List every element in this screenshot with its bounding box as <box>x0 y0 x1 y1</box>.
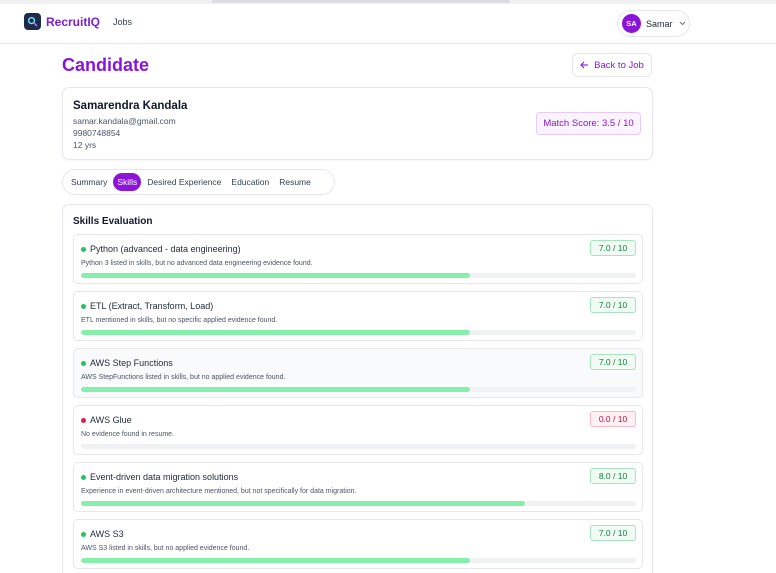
top-navbar: RecruitIQ Jobs SA Samar <box>0 4 776 44</box>
skill-name: AWS S3 <box>90 529 124 539</box>
skill-score-badge: 0.0 / 10 <box>590 411 636 427</box>
arrow-left-icon <box>580 61 589 69</box>
skill-card: AWS Step Functions AWS StepFunctions lis… <box>73 348 643 398</box>
status-dot <box>81 247 86 252</box>
page-title: Candidate <box>62 55 150 75</box>
skill-score-bar <box>81 330 636 335</box>
user-name: Samar <box>646 18 673 29</box>
status-dot <box>81 361 86 366</box>
skill-name: Python (advanced - data engineering) <box>90 244 241 254</box>
tab-skills[interactable]: Skills <box>113 173 142 191</box>
skills-evaluation-panel: Skills Evaluation Python (advanced - dat… <box>62 204 653 573</box>
skill-score-fill <box>81 273 470 278</box>
logo-search-icon <box>24 13 41 30</box>
skill-score-badge: 7.0 / 10 <box>590 354 636 370</box>
skill-score-badge: 8.0 / 10 <box>590 468 636 484</box>
skill-card: Event-driven data migration solutions Ex… <box>73 462 643 512</box>
skill-card: Python (advanced - data engineering) Pyt… <box>73 234 643 284</box>
skill-score-bar <box>81 387 636 392</box>
skill-score-bar <box>81 273 636 278</box>
avatar: SA <box>622 14 641 33</box>
skill-note: Python 3 listed in skills, but no advanc… <box>81 260 313 267</box>
status-dot <box>81 304 86 309</box>
status-dot <box>81 418 86 423</box>
skill-score-bar <box>81 501 636 506</box>
skill-name: AWS Step Functions <box>90 358 173 368</box>
tab-education[interactable]: Education <box>227 173 273 191</box>
tab-desired-experience[interactable]: Desired Experience <box>143 173 225 191</box>
candidate-phone: 9980748854 <box>73 128 121 138</box>
nav-jobs-link[interactable]: Jobs <box>113 17 132 27</box>
skill-name: Event-driven data migration solutions <box>90 472 239 482</box>
user-menu-button[interactable]: SA Samar <box>617 10 690 37</box>
status-dot <box>81 475 86 480</box>
skill-name: AWS Glue <box>90 415 132 425</box>
skill-note: Experience in event-driven architecture … <box>81 488 357 495</box>
chevron-down-icon <box>679 21 686 26</box>
skill-score-fill <box>81 330 470 335</box>
brand-name: RecruitIQ <box>46 14 101 29</box>
skill-score-badge: 7.0 / 10 <box>590 525 636 541</box>
skill-score-bar <box>81 444 636 449</box>
back-to-job-button[interactable]: Back to Job <box>572 53 652 77</box>
tab-summary[interactable]: Summary <box>67 173 111 191</box>
back-to-job-label: Back to Job <box>594 59 644 71</box>
skill-score-fill <box>81 558 470 563</box>
skills-title: Skills Evaluation <box>73 216 153 227</box>
match-score-badge: Match Score: 3.5 / 10 <box>536 112 641 135</box>
skill-card: AWS Glue No evidence found in resume. 0.… <box>73 405 643 455</box>
tab-resume[interactable]: Resume <box>275 173 315 191</box>
tab-bar: Summary Skills Desired Experience Educat… <box>62 169 335 195</box>
candidate-card: Samarendra Kandala samar.kandala@gmail.c… <box>62 87 653 160</box>
top-scroll-thumb[interactable] <box>212 0 510 3</box>
skill-score-fill <box>81 501 525 506</box>
skill-name: ETL (Extract, Transform, Load) <box>90 301 214 311</box>
candidate-email: samar.kandala@gmail.com <box>73 116 176 126</box>
skill-note: No evidence found in resume. <box>81 431 174 438</box>
skill-score-bar <box>81 558 636 563</box>
candidate-name: Samarendra Kandala <box>73 100 188 112</box>
skill-score-badge: 7.0 / 10 <box>590 297 636 313</box>
skill-note: ETL mentioned in skills, but no specific… <box>81 317 278 324</box>
skill-card: ETL (Extract, Transform, Load) ETL menti… <box>73 291 643 341</box>
brand[interactable]: RecruitIQ <box>24 13 100 30</box>
status-dot <box>81 532 86 537</box>
skill-note: AWS S3 listed in skills, but no applied … <box>81 545 250 552</box>
skill-card: AWS S3 AWS S3 listed in skills, but no a… <box>73 519 643 569</box>
skill-score-fill <box>81 387 470 392</box>
skill-note: AWS StepFunctions listed in skills, but … <box>81 374 286 381</box>
skill-score-badge: 7.0 / 10 <box>590 240 636 256</box>
candidate-experience: 12 yrs <box>73 140 97 150</box>
